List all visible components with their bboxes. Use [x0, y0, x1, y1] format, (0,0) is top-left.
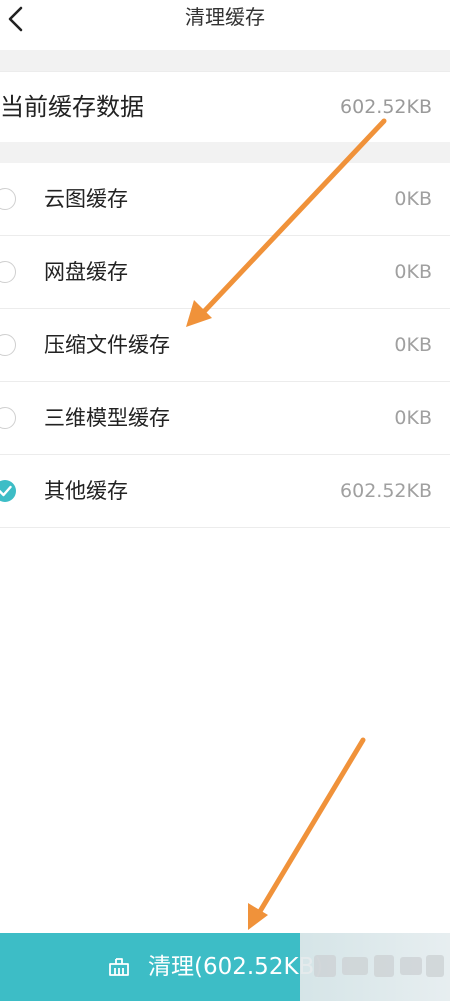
cache-item-label: 压缩文件缓存 — [44, 333, 170, 357]
checkbox-unchecked-icon[interactable] — [0, 261, 16, 283]
top-bar: 清理缓存 — [0, 0, 450, 50]
cache-item-other[interactable]: 其他缓存 602.52KB — [0, 455, 450, 528]
section-divider — [0, 142, 450, 163]
cache-item-label: 网盘缓存 — [44, 260, 128, 284]
annotation-arrow-2 — [248, 737, 366, 930]
current-cache-value: 602.52KB — [340, 96, 432, 118]
cache-item-cloud-disk[interactable]: 网盘缓存 0KB — [0, 236, 450, 309]
checkbox-unchecked-icon[interactable] — [0, 334, 16, 356]
current-cache-summary: 当前缓存数据 602.52KB — [0, 71, 450, 143]
cache-item-label: 三维模型缓存 — [44, 406, 170, 430]
cache-item-size: 0KB — [394, 407, 432, 429]
clean-button-label: 清理(602.52KB) — [148, 954, 324, 980]
section-divider — [0, 50, 450, 71]
cache-item-label: 云图缓存 — [44, 187, 128, 211]
cache-item-cloud-drawing[interactable]: 云图缓存 0KB — [0, 163, 450, 236]
cache-item-list: 云图缓存 0KB 网盘缓存 0KB 压缩文件缓存 0KB 三维模型缓存 0KB … — [0, 163, 450, 528]
cache-item-size: 0KB — [394, 334, 432, 356]
cache-item-size: 0KB — [394, 261, 432, 283]
cache-item-label: 其他缓存 — [44, 479, 128, 503]
checkbox-checked-icon[interactable] — [0, 480, 16, 502]
checkbox-unchecked-icon[interactable] — [0, 407, 16, 429]
page-title: 清理缓存 — [185, 5, 265, 29]
current-cache-label: 当前缓存数据 — [0, 93, 144, 121]
cache-item-3d-models[interactable]: 三维模型缓存 0KB — [0, 382, 450, 455]
watermark — [300, 933, 450, 1001]
cache-item-compressed-files[interactable]: 压缩文件缓存 0KB — [0, 309, 450, 382]
checkbox-unchecked-icon[interactable] — [0, 188, 16, 210]
cache-item-size: 602.52KB — [340, 480, 432, 502]
broom-icon — [109, 958, 129, 976]
cache-item-size: 0KB — [394, 188, 432, 210]
